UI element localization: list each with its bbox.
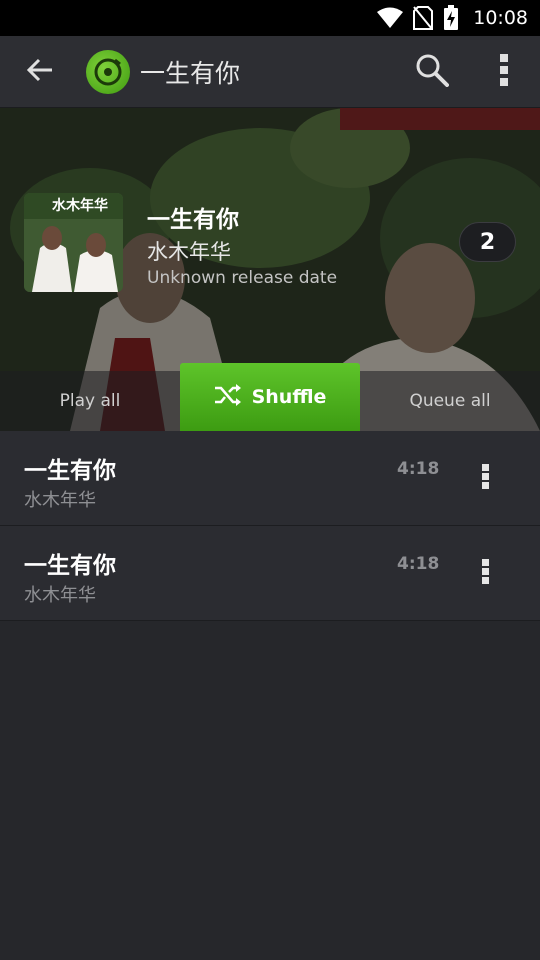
track-menu-button[interactable] <box>470 459 502 499</box>
battery-charging-icon <box>443 5 459 31</box>
track-artist: 水木年华 <box>24 585 96 606</box>
shuffle-label: Shuffle <box>251 386 327 408</box>
album-title: 一生有你 <box>147 207 239 233</box>
album-header: 水木年华 一生有你 水木年华 Unknown release date 2 Pl… <box>0 108 540 431</box>
track-duration: 4:18 <box>397 554 440 574</box>
arrow-left-icon <box>26 56 54 88</box>
track-title: 一生有你 <box>24 458 116 484</box>
album-action-bar: Play all Shuffle Queue all <box>0 363 540 431</box>
track-list: 一生有你 水木年华 4:18 一生有你 水木年华 4:18 <box>0 431 540 621</box>
track-title: 一生有你 <box>24 553 116 579</box>
page-title: 一生有你 <box>140 58 241 88</box>
play-all-button[interactable]: Play all <box>0 371 180 431</box>
track-artist: 水木年华 <box>24 490 96 511</box>
track-menu-button[interactable] <box>470 554 502 594</box>
album-screen: 10:08 一生有你 水木年华 一生有你 水木年华 Unknown releas… <box>0 0 540 960</box>
search-button[interactable] <box>396 36 468 108</box>
more-vert-icon <box>499 53 509 91</box>
more-vert-icon <box>482 559 490 589</box>
album-art: 水木年华 <box>24 193 123 292</box>
track-duration: 4:18 <box>397 459 440 479</box>
no-sim-icon <box>413 6 434 30</box>
track-row[interactable]: 一生有你 水木年华 4:18 <box>0 526 540 621</box>
shuffle-icon <box>214 383 242 411</box>
overflow-menu-button[interactable] <box>468 36 540 108</box>
track-row[interactable]: 一生有你 水木年华 4:18 <box>0 431 540 526</box>
album-art-text: 水木年华 <box>52 198 108 214</box>
album-release-date: Unknown release date <box>147 268 338 288</box>
status-time: 10:08 <box>473 7 528 29</box>
toolbar: 一生有你 <box>0 36 540 108</box>
music-disc-icon <box>86 49 130 94</box>
more-vert-icon <box>482 464 490 494</box>
wifi-icon <box>377 7 404 29</box>
album-artist: 水木年华 <box>147 240 231 264</box>
back-button[interactable] <box>0 36 80 108</box>
shuffle-button[interactable]: Shuffle <box>180 363 360 431</box>
track-count-badge: 2 <box>459 222 516 262</box>
queue-all-button[interactable]: Queue all <box>360 371 540 431</box>
search-icon <box>415 53 449 91</box>
status-bar: 10:08 <box>0 0 540 36</box>
